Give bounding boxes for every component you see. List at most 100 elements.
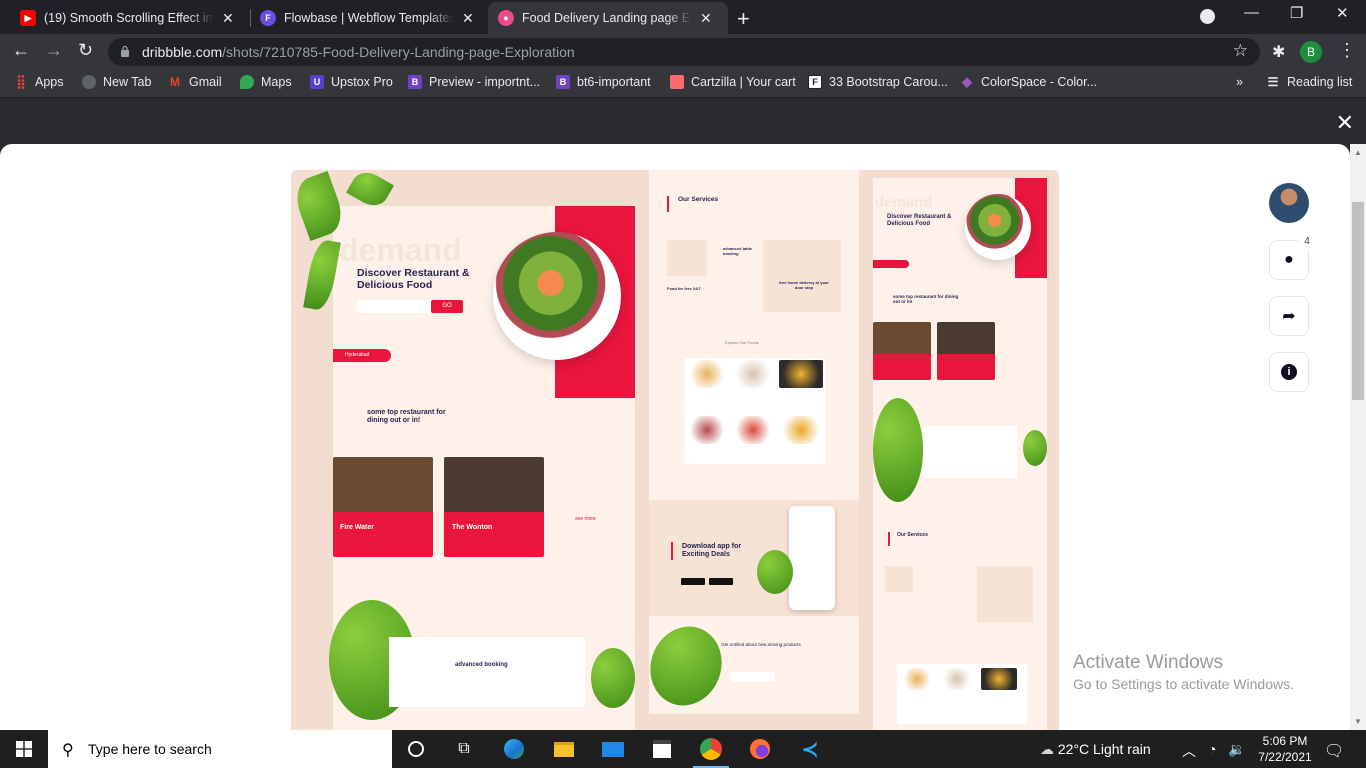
bookmark-apps[interactable]: ⣿ Apps <box>14 74 64 89</box>
media-download-icon[interactable] <box>1200 9 1215 24</box>
booking-card <box>923 426 1017 478</box>
location-pill <box>873 260 909 268</box>
browser-toolbar: ← → ↻ dribbble.com/shots/7210785-Food-De… <box>0 34 1366 70</box>
leaf-decoration <box>1023 430 1047 466</box>
bookmark-star-icon[interactable]: ☆ <box>1233 41 1248 61</box>
tab-strip: ▶ (19) Smooth Scrolling Effect in W ✕ F … <box>0 0 1366 34</box>
watermark-line2: Go to Settings to activate Windows. <box>1073 676 1294 692</box>
bookmark-label: bt6-important <box>577 75 651 89</box>
bookmark-label: Apps <box>35 75 64 89</box>
weather-text: 22°C Light rain <box>1057 741 1151 757</box>
show-hidden-icons-chevron-icon[interactable]: ︿ <box>1182 741 1196 761</box>
mail-icon[interactable] <box>601 738 625 760</box>
info-button[interactable]: i <box>1269 352 1309 392</box>
scrollbar-thumb[interactable] <box>1352 202 1364 400</box>
food-thumb <box>779 416 823 444</box>
info-icon: i <box>1281 364 1297 380</box>
shot-image: demand Discover Restaurant & Delicious F… <box>291 170 1059 730</box>
scroll-down-arrow-icon[interactable]: ▼ <box>1354 717 1362 726</box>
restore-button[interactable]: ❐ <box>1290 4 1303 22</box>
notify-input <box>731 672 775 682</box>
cloud-rain-icon: ☁ <box>1040 741 1054 757</box>
windows-start-icon[interactable] <box>16 741 32 757</box>
bookmark-upstox[interactable]: U Upstox Pro <box>310 75 393 89</box>
firefox-icon[interactable] <box>748 738 772 760</box>
wifi-icon[interactable]: ◔ <box>1208 741 1216 757</box>
reading-list-button[interactable]: ☰ Reading list <box>1266 75 1353 89</box>
bookmark-colorspace[interactable]: ◆ ColorSpace - Color... <box>960 74 1097 89</box>
url-text[interactable]: dribbble.com/shots/7210785-Food-Delivery… <box>142 44 575 60</box>
reading-list-icon: ☰ <box>1267 75 1279 89</box>
reading-list-label: Reading list <box>1287 75 1353 89</box>
lock-icon[interactable] <box>120 45 130 57</box>
new-tab-button[interactable]: + <box>737 6 750 32</box>
profile-avatar[interactable]: B <box>1300 41 1322 63</box>
vscode-icon[interactable]: ≺ <box>798 738 822 761</box>
tab-youtube[interactable]: ▶ (19) Smooth Scrolling Effect in W ✕ <box>10 2 250 34</box>
taskbar-clock[interactable]: 5:06 PM 7/22/2021 <box>1256 733 1314 765</box>
app-store-badge <box>709 578 733 585</box>
close-tab-icon[interactable]: ✕ <box>222 10 234 27</box>
more-bookmarks-chevron-icon[interactable]: » <box>1236 75 1243 89</box>
extensions-puzzle-icon[interactable]: ✱ <box>1272 42 1285 62</box>
edge-icon[interactable] <box>502 738 526 760</box>
forward-arrow-icon[interactable]: → <box>45 40 63 61</box>
store-icon[interactable] <box>650 738 674 760</box>
close-window-button[interactable]: ✕ <box>1336 4 1349 22</box>
designer-avatar[interactable] <box>1269 183 1309 223</box>
reload-icon[interactable]: ↻ <box>78 40 93 61</box>
taskbar-search-input[interactable]: ⚲ Type here to search <box>48 730 392 768</box>
location-pill: Hyderabad <box>333 349 391 362</box>
notification-center-icon[interactable]: 🗨 <box>1324 741 1344 761</box>
close-tab-icon[interactable]: ✕ <box>462 10 474 27</box>
service-tile <box>763 240 841 312</box>
close-tab-icon[interactable]: ✕ <box>700 10 712 27</box>
page-scrollbar[interactable]: ▲ ▼ <box>1350 144 1366 730</box>
weather-widget[interactable]: ☁ 22°C Light rain <box>1040 741 1151 758</box>
file-explorer-icon[interactable] <box>552 738 576 760</box>
hero-watermark-word: demand <box>339 232 462 268</box>
restaurants-heading: some top restaurant for dining out or in… <box>367 409 446 424</box>
task-view-icon[interactable]: ⧉ <box>452 738 476 760</box>
restaurant-card-wonton <box>444 457 544 557</box>
apps-grid-icon: ⣿ <box>16 74 26 89</box>
hero-title: Discover Restaurant & Delicious Food <box>357 267 470 291</box>
flowbase-icon: F <box>260 10 276 26</box>
windows-taskbar: ⚲ Type here to search ⧉ ≺ ☁ 22°C Light r… <box>0 730 1366 768</box>
food-thumb <box>733 416 773 444</box>
volume-icon[interactable]: 🔉 <box>1228 741 1245 758</box>
bookmark-label: 33 Bootstrap Carou... <box>829 75 948 89</box>
accent-bar <box>667 196 669 212</box>
back-arrow-icon[interactable]: ← <box>12 40 30 61</box>
scroll-up-arrow-icon[interactable]: ▲ <box>1354 148 1362 157</box>
close-overlay-icon[interactable]: ✕ <box>1336 110 1354 136</box>
bookmark-new-tab[interactable]: New Tab <box>82 75 151 89</box>
tab-title: Food Delivery Landing page Expl <box>522 11 692 25</box>
phone-mockup <box>789 506 835 610</box>
share-button[interactable]: ➦ <box>1269 296 1309 336</box>
google-play-badge <box>681 578 705 585</box>
tab-flowbase[interactable]: F Flowbase | Webflow Templates, C ✕ <box>250 2 486 34</box>
browser-menu-icon[interactable]: ⋮ <box>1338 40 1356 61</box>
bootstrap-f-icon: F <box>808 75 822 89</box>
cortana-icon[interactable] <box>404 738 428 760</box>
bookmark-maps[interactable]: Maps <box>240 75 292 89</box>
bookmark-label: Gmail <box>189 75 222 89</box>
search-placeholder: Type here to search <box>88 741 212 757</box>
food-thumb <box>779 360 823 388</box>
tab-dribbble[interactable]: ● Food Delivery Landing page Expl ✕ <box>488 2 728 34</box>
watermark-line1: Activate Windows <box>1073 652 1223 673</box>
clock-date: 7/22/2021 <box>1258 750 1312 764</box>
bookmark-label: Maps <box>261 75 292 89</box>
bookmark-bt6[interactable]: B bt6-important <box>556 75 651 89</box>
bookmark-gmail[interactable]: M Gmail <box>168 75 222 89</box>
bookmark-cartzilla[interactable]: Cartzilla | Your cart <box>670 75 796 89</box>
bookmark-preview[interactable]: B Preview - importnt... <box>408 75 540 89</box>
restaurant-card-fire-water <box>873 322 931 380</box>
bookmark-bootstrap[interactable]: F 33 Bootstrap Carou... <box>808 75 948 89</box>
minimize-button[interactable]: — <box>1244 4 1259 21</box>
restaurant-card-fire-water <box>333 457 433 557</box>
address-bar[interactable]: dribbble.com/shots/7210785-Food-Delivery… <box>108 38 1260 66</box>
chrome-icon[interactable] <box>699 738 723 760</box>
see-more-link: see more <box>575 516 596 522</box>
